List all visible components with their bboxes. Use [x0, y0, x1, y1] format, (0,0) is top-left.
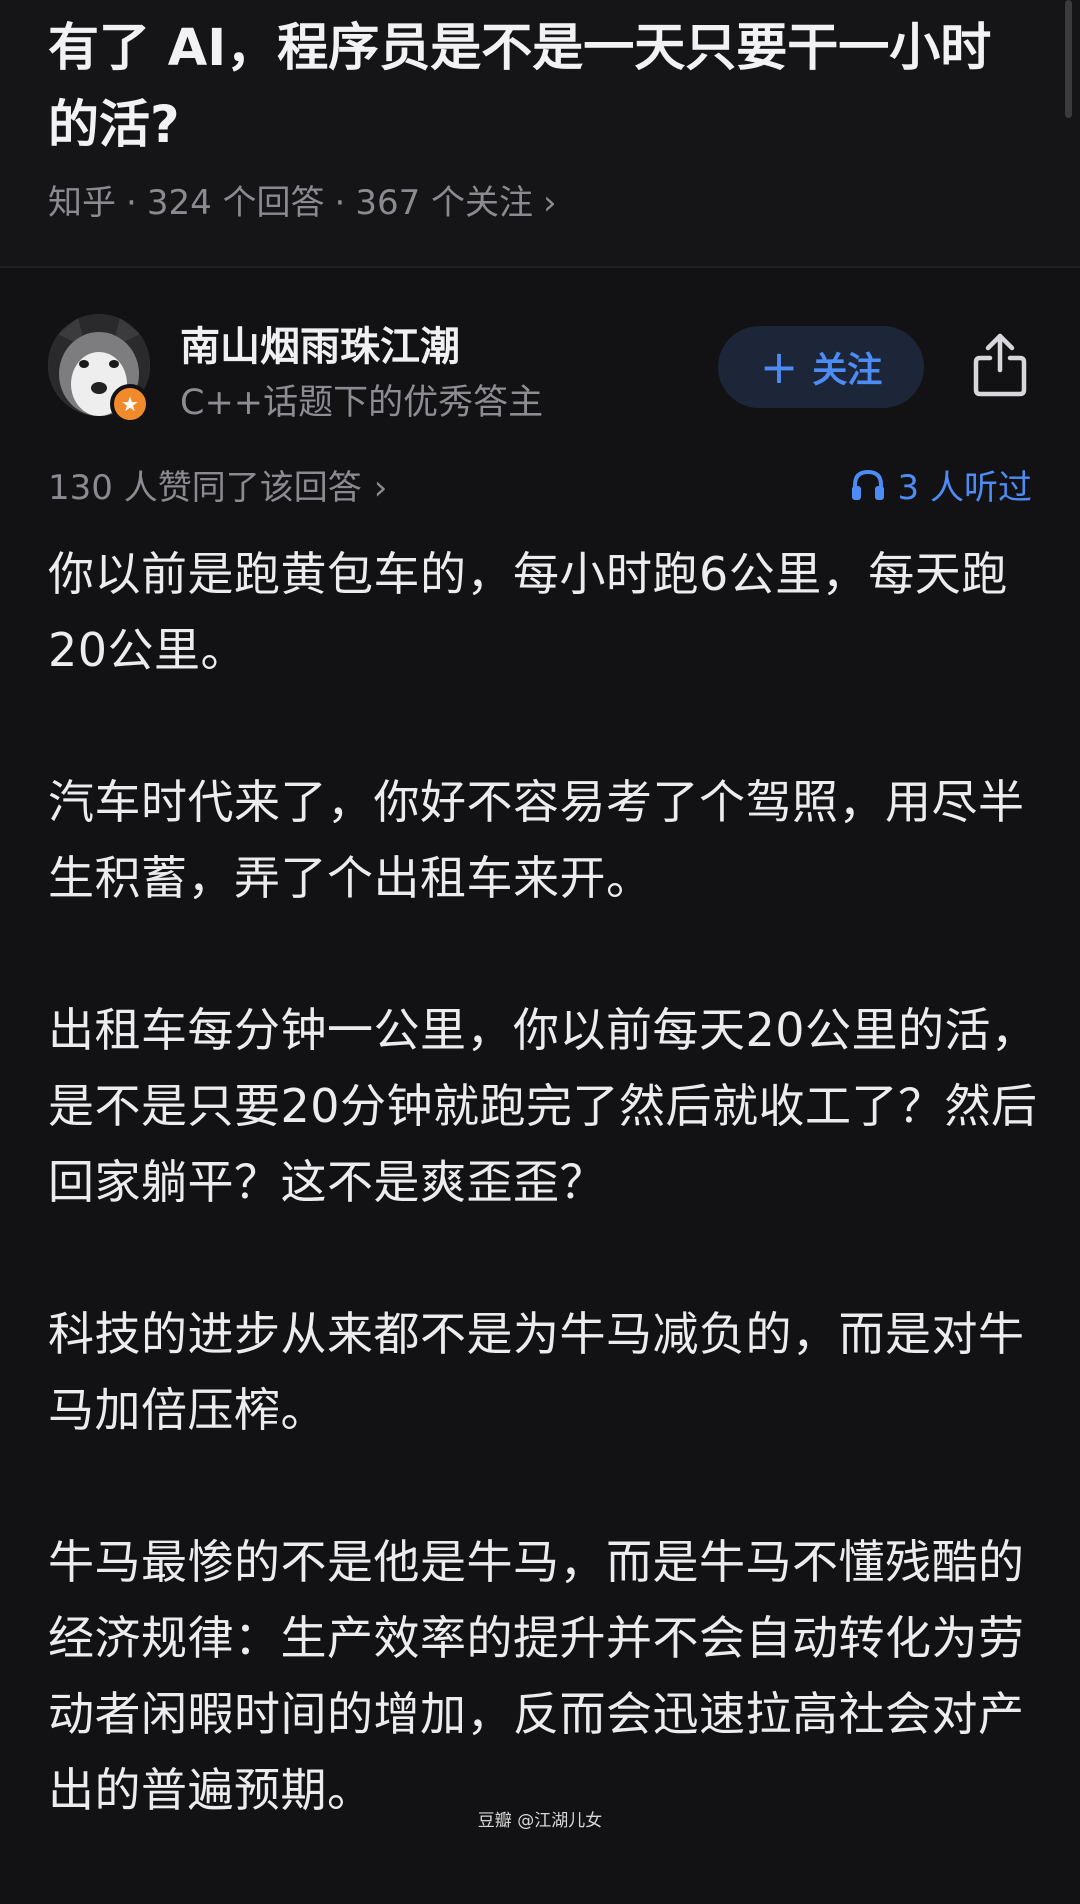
source-label: 知乎: [48, 183, 116, 223]
question-title[interactable]: 有了 AI，程序员是不是一天只要干一小时的活?: [48, 10, 1028, 164]
answer-paragraph: 你以前是跑黄包车的，每小时跑6公里，每天跑20公里。: [48, 547, 1008, 677]
meta-separator: ·: [126, 183, 137, 223]
likes-text: 130 人赞同了该回答: [48, 468, 362, 508]
headphones-icon: [851, 469, 884, 500]
likes-summary[interactable]: 130 人赞同了该回答 ›: [48, 460, 387, 509]
listened-count[interactable]: 3 人听过: [850, 460, 1032, 509]
star-badge-icon: ★: [110, 384, 150, 424]
chevron-right-icon: ›: [373, 468, 388, 508]
question-header: 有了 AI，程序员是不是一天只要干一小时的活? 知乎 · 324 个回答 · 367 个…: [0, 0, 1080, 268]
answer-paragraph: 牛马最惨的不是他是牛马，而是牛马不懂残酷的经济规律：生产效率的提升并不会自动转化…: [48, 1535, 1025, 1817]
answer-paragraph: 出租车每分钟一公里，你以前每天20公里的活，是不是只要20分钟就跑完了然后就收工…: [48, 1003, 1038, 1209]
answer-paragraph: 科技的进步从来都不是为牛马减负的，而是对牛马加倍压榨。: [48, 1307, 1025, 1437]
question-meta[interactable]: 知乎 · 324 个回答 · 367 个关注 ›: [48, 175, 557, 224]
chevron-right-icon: ›: [543, 183, 557, 223]
scrollbar[interactable]: [1065, 0, 1072, 118]
watermark: 豆瓣 @江湖儿女: [477, 1811, 603, 1831]
meta-separator: ·: [334, 183, 346, 223]
share-button[interactable]: [970, 330, 1030, 400]
answer-body: 你以前是跑黄包车的，每小时跑6公里，每天跑20公里。 汽车时代来了，你好不容易考…: [48, 536, 1038, 1904]
share-icon: [973, 333, 1027, 397]
plus-icon: +: [759, 340, 799, 394]
answers-count: 324 个回答: [146, 183, 325, 223]
author-name[interactable]: 南山烟雨珠江潮: [180, 314, 460, 372]
answer-paragraph: 汽车时代来了，你好不容易考了个驾照，用尽半生积蓄，弄了个出租车来开。: [48, 775, 1025, 905]
author-description: C++话题下的优秀答主: [180, 383, 544, 423]
listened-text: 3 人听过: [897, 468, 1032, 508]
follow-label: 关注: [812, 350, 883, 391]
followers-count: 367 个关注: [355, 183, 534, 223]
follow-button[interactable]: + 关注: [718, 326, 924, 408]
